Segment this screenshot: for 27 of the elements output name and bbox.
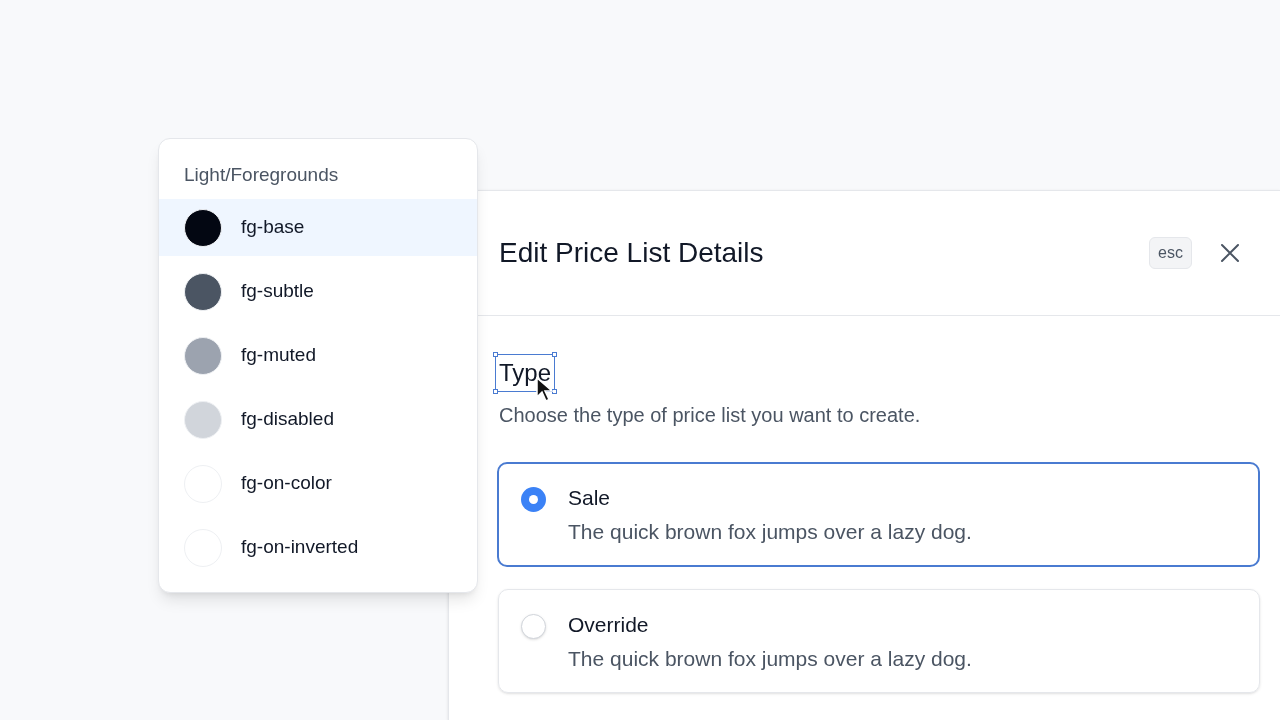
color-menu-item[interactable]: fg-muted [159, 327, 477, 384]
color-token-label: fg-disabled [241, 407, 334, 432]
resize-handle[interactable] [552, 352, 558, 357]
section-description: Choose the type of price list you want to create. [499, 403, 922, 428]
color-token-label: fg-base [241, 215, 305, 240]
resize-handle[interactable] [493, 352, 498, 357]
color-token-label: fg-muted [241, 343, 316, 368]
color-menu-item[interactable]: fg-base [159, 199, 477, 256]
color-menu-item[interactable]: fg-on-color [159, 455, 477, 512]
option-title: Override [568, 612, 650, 638]
color-menu-item[interactable]: fg-disabled [159, 391, 477, 448]
option-card[interactable]: Override The quick brown fox jumps over a lazy dog. [498, 589, 1260, 693]
option-description: The quick brown fox jumps over a lazy dog. [568, 519, 972, 545]
radio-button[interactable] [521, 487, 546, 512]
resize-handle[interactable] [493, 389, 498, 394]
option-description: The quick brown fox jumps over a lazy dog. [568, 646, 972, 672]
radio-button[interactable] [521, 614, 546, 639]
drawer-title: Edit Price List Details [499, 236, 765, 270]
color-menu-item[interactable]: fg-subtle [159, 263, 477, 320]
option-card[interactable]: Sale The quick brown fox jumps over a lazy dog. [497, 462, 1260, 567]
color-token-label: fg-on-color [241, 471, 332, 496]
color-token-label: fg-subtle [241, 279, 314, 304]
option-title: Sale [568, 485, 612, 511]
color-token-label: fg-on-inverted [241, 535, 359, 560]
color-menu-item[interactable]: fg-on-inverted [159, 519, 477, 576]
esc-key: esc [1149, 237, 1192, 269]
menu-heading: Light/Foregrounds [183, 163, 340, 187]
